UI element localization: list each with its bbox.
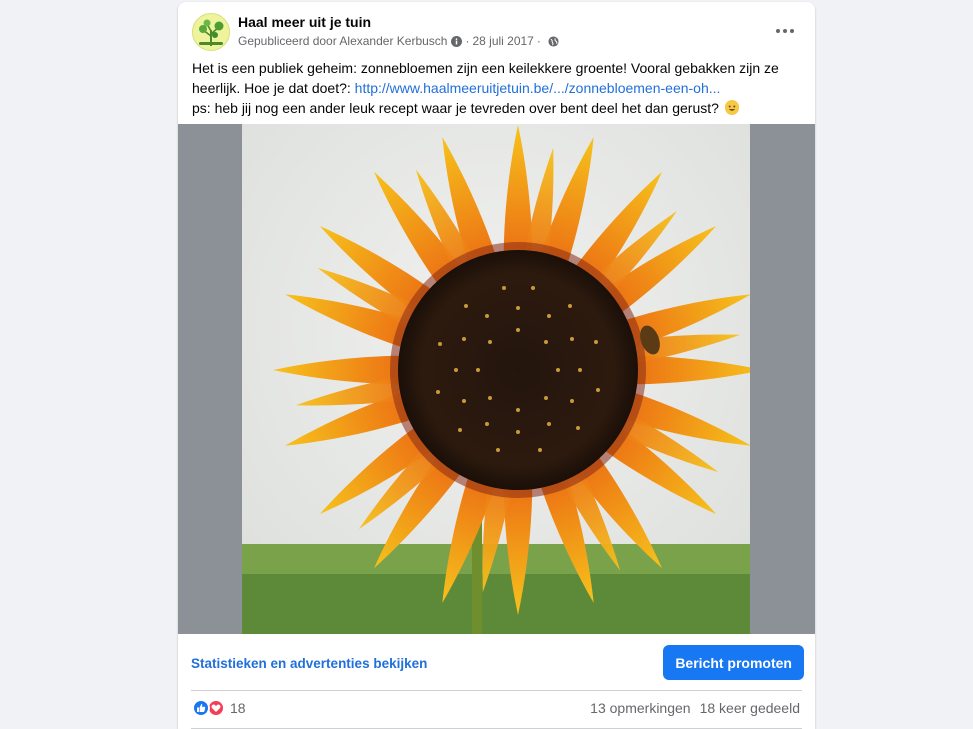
reactions-summary[interactable]: 18 xyxy=(192,699,246,717)
page-logo-icon xyxy=(193,14,229,50)
comment-share-counts: 13 opmerkingen 18 keer gedeeld xyxy=(590,700,800,716)
page-name[interactable]: Haal meer uit je tuin xyxy=(238,14,371,30)
insights-bar: Statistieken en advertenties bekijken Be… xyxy=(178,634,815,692)
divider xyxy=(191,690,802,691)
view-insights-link[interactable]: Statistieken en advertenties bekijken xyxy=(191,656,427,671)
comments-count[interactable]: 13 opmerkingen xyxy=(590,700,690,716)
post-date[interactable]: 28 juli 2017 xyxy=(472,34,533,48)
smiley-emoji-icon xyxy=(724,100,739,115)
sunflower-image xyxy=(242,124,750,634)
engagement-stats: 18 13 opmerkingen 18 keer gedeeld xyxy=(178,696,815,720)
more-options-button[interactable] xyxy=(769,17,801,45)
post-text-line2: ps: heb jij nog een ander leuk recept wa… xyxy=(192,100,719,116)
post-link[interactable]: http://www.haalmeeruitjetuin.be/.../zonn… xyxy=(355,80,721,96)
meta-separator-2: · xyxy=(536,34,541,48)
post-meta: Gepubliceerd door Alexander Kerbusch · 2… xyxy=(238,34,559,48)
post-photo[interactable] xyxy=(178,124,815,634)
promote-post-button[interactable]: Bericht promoten xyxy=(663,645,804,680)
like-icon xyxy=(192,699,210,717)
post-header: Haal meer uit je tuin Gepubliceerd door … xyxy=(192,11,801,55)
page-avatar[interactable] xyxy=(192,13,230,51)
shares-count[interactable]: 18 keer gedeeld xyxy=(700,700,800,716)
post-card: Haal meer uit je tuin Gepubliceerd door … xyxy=(178,2,815,729)
reaction-count: 18 xyxy=(230,700,246,716)
published-by: Gepubliceerd door Alexander Kerbusch xyxy=(238,34,448,48)
post-message: Het is een publiek geheim: zonnebloemen … xyxy=(192,58,797,118)
more-dots-icon xyxy=(776,29,794,33)
globe-icon[interactable] xyxy=(548,35,559,47)
info-icon[interactable] xyxy=(451,35,463,47)
meta-separator: · xyxy=(465,34,470,48)
